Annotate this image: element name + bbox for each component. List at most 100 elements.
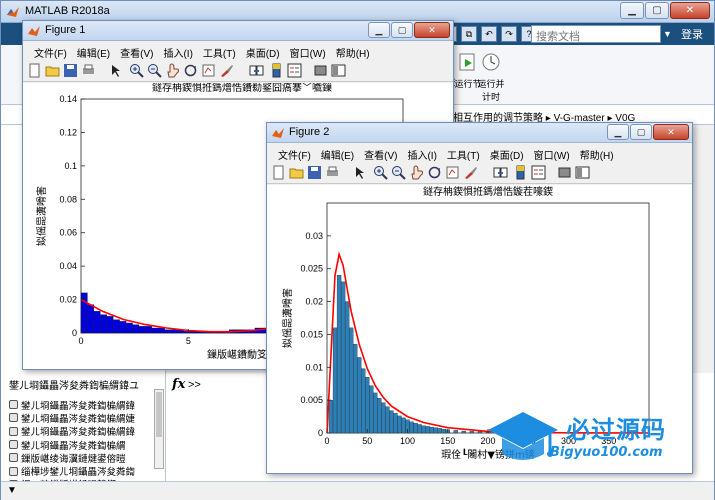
- menu-item[interactable]: 工具(T): [198, 42, 241, 60]
- save-icon[interactable]: [307, 165, 322, 180]
- zoom-out-icon[interactable]: [147, 63, 162, 78]
- colorbar-icon[interactable]: [269, 63, 284, 78]
- save-icon[interactable]: [63, 63, 78, 78]
- menu-item[interactable]: 桌面(D): [241, 42, 285, 60]
- menu-item[interactable]: 编辑(E): [72, 42, 115, 60]
- histogram-bar: [106, 316, 114, 334]
- new-figure-icon[interactable]: [27, 63, 42, 78]
- history-item[interactable]: 鏁版嵁绫诲瀷鏈煡鍙傛暟: [9, 451, 164, 464]
- legend-icon[interactable]: [287, 63, 302, 78]
- zoom-in-icon[interactable]: [373, 165, 388, 180]
- run-and-time-button[interactable]: 运行并 计时: [475, 51, 507, 103]
- rotate-3d-icon[interactable]: [427, 165, 442, 180]
- menu-item[interactable]: 窗口(W): [529, 144, 575, 162]
- maximize-button[interactable]: ▢: [391, 22, 413, 38]
- menu-item[interactable]: 帮助(H): [331, 42, 375, 60]
- link-plot-icon[interactable]: [249, 63, 264, 78]
- x-tick-label: 150: [440, 436, 455, 446]
- rotate-3d-icon[interactable]: [183, 63, 198, 78]
- maximize-button[interactable]: ▢: [645, 2, 669, 19]
- function-browser-icon[interactable]: fx: [172, 377, 185, 392]
- pan-icon[interactable]: [409, 165, 424, 180]
- menu-item[interactable]: 桌面(D): [485, 144, 529, 162]
- documentation-search-input[interactable]: 搜索文档: [531, 25, 661, 43]
- y-tick-label: 0.06: [59, 228, 77, 238]
- histogram-bar: [393, 413, 398, 434]
- history-item[interactable]: 鐢ㄦ埛鑷畾涔夋粦鍧楄緭鍏: [9, 398, 164, 411]
- x-tick-label: 50: [362, 436, 372, 446]
- minimize-button[interactable]: ▁: [368, 22, 390, 38]
- close-button[interactable]: ✕: [653, 124, 689, 140]
- menu-item[interactable]: 窗口(W): [285, 42, 331, 60]
- legend-icon[interactable]: [531, 165, 546, 180]
- edit-plot-icon[interactable]: [353, 165, 368, 180]
- menu-item[interactable]: 文件(F): [273, 144, 316, 162]
- figure-icon: [272, 128, 284, 138]
- login-link[interactable]: 登录: [681, 26, 703, 42]
- show-plot-tools-icon[interactable]: [331, 63, 346, 78]
- colorbar-icon[interactable]: [513, 165, 528, 180]
- open-file-icon[interactable]: [289, 165, 304, 180]
- link-plot-icon[interactable]: [493, 165, 508, 180]
- histogram-bar: [461, 430, 467, 434]
- redo-icon[interactable]: ↷: [501, 26, 517, 42]
- pan-icon[interactable]: [165, 63, 180, 78]
- histogram-bar: [119, 321, 127, 334]
- y-tick-label: 0.025: [300, 264, 323, 274]
- menu-item[interactable]: 帮助(H): [575, 144, 619, 162]
- y-tick-label: 0.04: [59, 261, 77, 271]
- status-bar: ▼: [1, 481, 714, 500]
- matlab-window-controls: ▁ ▢ ✕: [620, 2, 710, 19]
- history-item[interactable]: 缁樺埗鐢ㄦ埛鑷畾涔夋粦鍧: [9, 464, 164, 478]
- figure-1-titlebar: Figure 1 ▁ ▢ ✕: [23, 21, 453, 41]
- close-button[interactable]: ✕: [414, 22, 450, 38]
- histogram-bar: [409, 421, 414, 434]
- histogram-bar: [336, 275, 342, 434]
- history-item[interactable]: 鐢ㄦ埛鑷畾涔夋粦鍧楄緭: [9, 438, 164, 451]
- histogram-bar: [441, 428, 446, 434]
- zoom-out-icon[interactable]: [391, 165, 406, 180]
- data-cursor-icon[interactable]: [201, 63, 216, 78]
- history-scrollbar[interactable]: [154, 389, 164, 469]
- histogram-bar: [357, 357, 362, 434]
- brush-icon[interactable]: [219, 63, 234, 78]
- copy-icon[interactable]: ⧉: [461, 26, 477, 42]
- status-arrow-icon[interactable]: ▼: [7, 485, 17, 496]
- menu-item[interactable]: 工具(T): [442, 144, 485, 162]
- history-item-icon: [9, 426, 18, 436]
- close-button[interactable]: ✕: [670, 2, 710, 19]
- menu-item[interactable]: 查看(V): [359, 144, 402, 162]
- history-scrollbar-thumb[interactable]: [156, 392, 162, 437]
- brush-icon[interactable]: [463, 165, 478, 180]
- figure-icon: [28, 26, 40, 36]
- hide-plot-tools-icon[interactable]: [557, 165, 572, 180]
- open-file-icon[interactable]: [45, 63, 60, 78]
- zoom-in-icon[interactable]: [129, 63, 144, 78]
- new-figure-icon[interactable]: [271, 165, 286, 180]
- undo-icon[interactable]: ↶: [481, 26, 497, 42]
- menu-item[interactable]: 文件(F): [29, 42, 72, 60]
- maximize-button[interactable]: ▢: [630, 124, 652, 140]
- edit-plot-icon[interactable]: [109, 63, 124, 78]
- minimize-button[interactable]: ▁: [607, 124, 629, 140]
- hide-plot-tools-icon[interactable]: [313, 63, 328, 78]
- x-tick-label: 100: [400, 436, 415, 446]
- print-icon[interactable]: [325, 165, 340, 180]
- history-item-icon: [9, 400, 18, 410]
- data-cursor-icon[interactable]: [445, 165, 460, 180]
- history-item[interactable]: 鐢ㄦ埛鑷畾涔夋粦鍧楄緭鍏: [9, 425, 164, 438]
- chart-title: 鐩存柟鍥惧拰鎷熷悎鐨勬鐜囧瘑搴﹀嚱鏁: [152, 83, 332, 94]
- search-dropdown-icon[interactable]: ▼: [663, 25, 677, 43]
- y-tick-label: 0.02: [305, 297, 323, 307]
- y-tick-label: 0.1: [64, 161, 77, 171]
- print-icon[interactable]: [81, 63, 96, 78]
- menu-item[interactable]: 查看(V): [115, 42, 158, 60]
- histogram-bar: [361, 368, 366, 434]
- history-item[interactable]: 鐢ㄦ埛鑷畾涔夋粦鍧楄緭婕: [9, 411, 164, 425]
- menu-item[interactable]: 编辑(E): [316, 144, 359, 162]
- show-plot-tools-icon[interactable]: [575, 165, 590, 180]
- menu-item[interactable]: 插入(I): [158, 42, 197, 60]
- minimize-button[interactable]: ▁: [620, 2, 644, 19]
- menu-item[interactable]: 插入(I): [402, 144, 441, 162]
- histogram-bar: [340, 281, 346, 434]
